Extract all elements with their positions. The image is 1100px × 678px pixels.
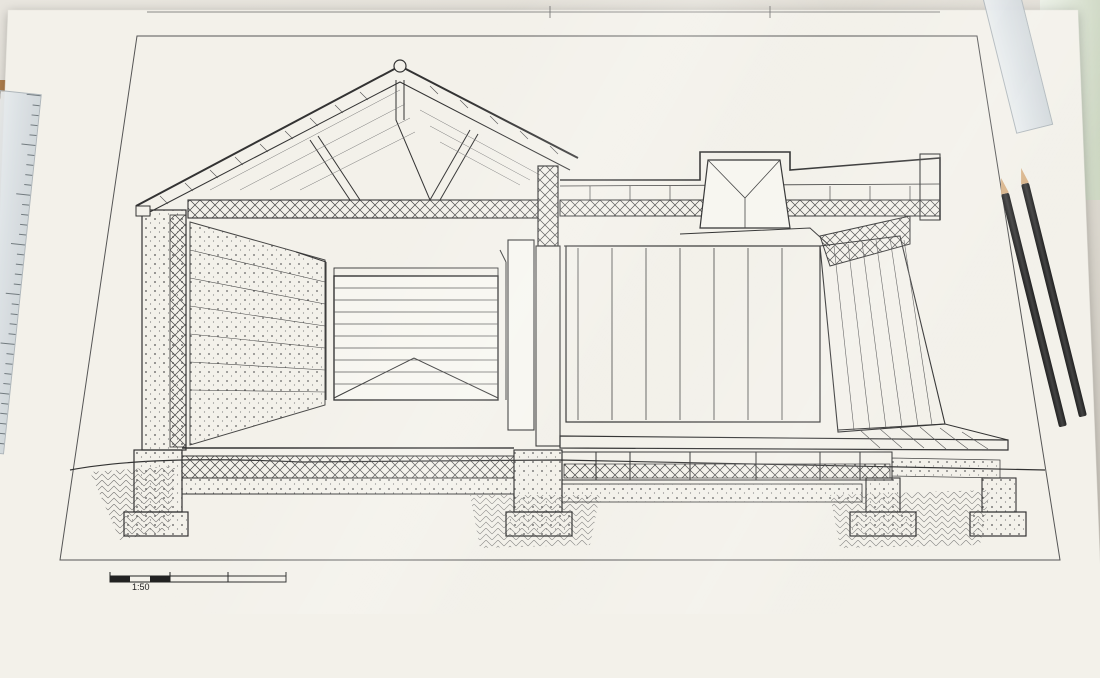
- ceiling-insulation-garage: [187, 199, 539, 219]
- ruler-tick: [4, 373, 12, 375]
- wall-studs: [577, 248, 783, 420]
- ruler-tick: [25, 174, 33, 176]
- ruler-tick: [9, 323, 17, 326]
- slab-insulation: [181, 455, 515, 479]
- ruler-tick: [10, 313, 18, 316]
- wall-insulation-left: [169, 214, 187, 448]
- central-wall-frame: [535, 245, 561, 447]
- ruler-tick: [26, 93, 41, 97]
- ruler-tick: [0, 422, 7, 425]
- ruler-tick: [11, 303, 19, 306]
- deck-substructure: [891, 457, 1001, 479]
- ruler-tick: [18, 233, 27, 236]
- footing-left: [123, 511, 189, 537]
- gutter: [135, 205, 151, 217]
- deck-outer: [837, 423, 1009, 441]
- ruler-tick: [14, 273, 22, 276]
- door-header: [333, 267, 499, 277]
- footing-far-right: [969, 511, 1027, 537]
- footing-right: [849, 511, 917, 537]
- ruler-tick: [3, 382, 11, 385]
- ruler-tick: [22, 203, 30, 206]
- ruler-tick: [16, 253, 24, 256]
- ruler-tick: [21, 213, 29, 216]
- ruler-tick: [24, 184, 32, 186]
- skylight-well: [679, 227, 831, 247]
- ruler-tick: [0, 441, 5, 445]
- pier-right: [865, 477, 901, 513]
- ruler-tick: [15, 263, 23, 266]
- pier-far-right: [981, 477, 1017, 513]
- ruler-tick: [27, 154, 35, 156]
- ruler-tick: [10, 242, 25, 246]
- ruler-tick: [6, 353, 14, 355]
- scale-bar: [109, 572, 287, 583]
- ruler-tick: [5, 292, 20, 296]
- ruler-tick: [26, 164, 34, 166]
- roof-sheathing: [145, 81, 571, 215]
- central-wall: [507, 239, 535, 431]
- ruler-tick: [16, 193, 31, 196]
- gravel-bed: [181, 477, 515, 495]
- side-wall-cladding: [833, 237, 933, 431]
- section-drawing: [59, 6, 1061, 583]
- ruler-tick: [29, 134, 37, 137]
- ruler-tick: [13, 283, 21, 286]
- garage-side-wall: [189, 221, 326, 446]
- garage-door: [333, 275, 499, 401]
- scale-label: 1:50: [132, 582, 150, 592]
- ruler-tick: [0, 392, 10, 395]
- ruler-tick: [0, 342, 15, 345]
- crawlspace-gravel: [561, 483, 863, 503]
- ruler-tick: [30, 124, 38, 127]
- eave-soffit-right: [819, 215, 911, 267]
- ruler-tick: [20, 223, 28, 226]
- parapet-insulation: [537, 165, 559, 247]
- ruler-tick: [0, 412, 8, 415]
- ruler-tick: [31, 114, 39, 117]
- floor-insulation: [563, 463, 891, 479]
- floor-deck: [559, 435, 1009, 451]
- ruler-tick: [32, 104, 40, 107]
- roof-trusses: [309, 80, 479, 201]
- ridge-cap: [393, 59, 407, 73]
- ruler-tick: [8, 333, 16, 335]
- ruler-tick: [21, 143, 36, 147]
- ruler-tick: [0, 432, 6, 435]
- footing-center: [505, 511, 573, 537]
- ruler-tick: [1, 402, 9, 405]
- foundation-wall-left: [133, 449, 183, 513]
- ruler-tick: [5, 363, 13, 365]
- foundation-wall-center: [513, 449, 563, 513]
